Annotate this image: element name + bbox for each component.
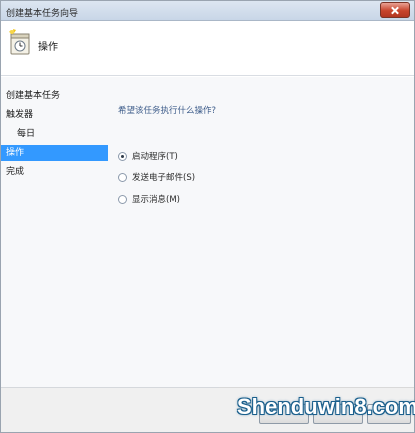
window-title: 创建基本任务向导	[6, 9, 79, 19]
footer-divider	[219, 387, 414, 388]
radio-display-message[interactable]	[118, 194, 127, 204]
page-title: 操作	[38, 42, 58, 53]
wizard-window: 创建基本任务向导 操作 创建基本任务 触发器 每日 操作 完成 希望该任务执行什…	[0, 0, 415, 433]
option-label: 显示消息(M)	[132, 195, 180, 205]
task-scheduler-icon	[9, 29, 30, 55]
sidebar-item-trigger[interactable]: 触发器	[1, 107, 108, 123]
radio-start-program[interactable]	[118, 151, 127, 161]
wizard-body: 创建基本任务 触发器 每日 操作 完成 希望该任务执行什么操作? 启动程序(T)…	[1, 77, 414, 387]
close-button[interactable]	[380, 2, 410, 18]
site-watermark: Shenduwin8.com	[237, 394, 415, 419]
option-display-message[interactable]: 显示消息(M)	[118, 193, 180, 205]
sidebar-item-create-basic-task[interactable]: 创建基本任务	[1, 88, 108, 104]
option-label: 启动程序(T)	[132, 152, 178, 162]
sidebar-item-finish[interactable]: 完成	[1, 164, 108, 180]
sidebar-item-daily[interactable]: 每日	[1, 126, 108, 142]
wizard-header: 操作	[1, 21, 414, 76]
option-send-email[interactable]: 发送电子邮件(S)	[118, 171, 195, 183]
option-start-program[interactable]: 启动程序(T)	[118, 150, 178, 162]
wizard-steps-sidebar: 创建基本任务 触发器 每日 操作 完成	[1, 77, 108, 387]
action-question: 希望该任务执行什么操作?	[118, 106, 217, 116]
option-label: 发送电子邮件(S)	[132, 173, 196, 183]
title-bar[interactable]: 创建基本任务向导	[1, 1, 414, 21]
radio-send-email[interactable]	[118, 172, 127, 182]
sidebar-item-action[interactable]: 操作	[1, 145, 108, 161]
